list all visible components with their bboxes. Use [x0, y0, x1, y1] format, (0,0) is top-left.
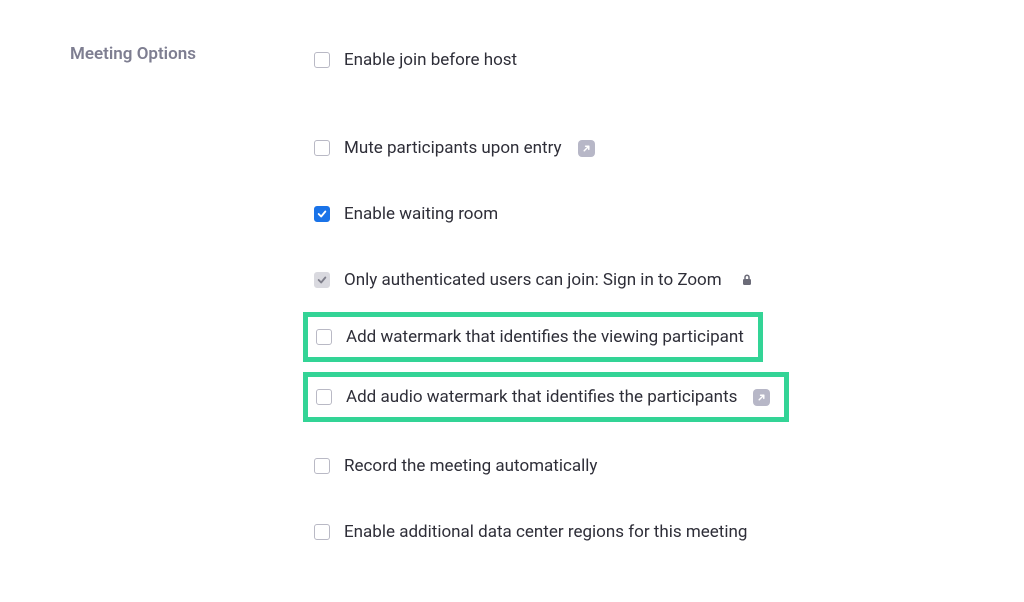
- lock-icon: [742, 274, 752, 286]
- highlight-watermark: Add watermark that identifies the viewin…: [303, 312, 763, 362]
- checkbox-join-before-host[interactable]: [314, 52, 330, 68]
- option-label: Mute participants upon entry: [344, 138, 562, 158]
- option-data-center[interactable]: Enable additional data center regions fo…: [308, 516, 1024, 548]
- info-badge-icon[interactable]: [578, 140, 595, 157]
- info-badge-icon[interactable]: [753, 389, 770, 406]
- option-label: Add watermark that identifies the viewin…: [346, 327, 744, 347]
- checkbox-mute-on-entry[interactable]: [314, 140, 330, 156]
- option-join-before-host[interactable]: Enable join before host: [308, 44, 1024, 76]
- checkbox-data-center[interactable]: [314, 524, 330, 540]
- option-watermark[interactable]: Add watermark that identifies the viewin…: [308, 317, 758, 357]
- option-auth-users: Only authenticated users can join: Sign …: [308, 264, 1024, 296]
- checkbox-auth-users: [314, 272, 330, 288]
- options-column: Enable join before host Mute participant…: [300, 44, 1024, 548]
- option-audio-watermark[interactable]: Add audio watermark that identifies the …: [308, 377, 784, 417]
- checkbox-watermark[interactable]: [316, 329, 332, 345]
- section-label-column: Meeting Options: [0, 44, 300, 548]
- option-label: Enable join before host: [344, 50, 517, 70]
- checkbox-waiting-room[interactable]: [314, 206, 330, 222]
- option-waiting-room[interactable]: Enable waiting room: [308, 198, 1024, 230]
- option-label: Enable waiting room: [344, 204, 498, 224]
- section-title: Meeting Options: [70, 44, 300, 64]
- checkbox-audio-watermark[interactable]: [316, 389, 332, 405]
- option-record-auto[interactable]: Record the meeting automatically: [308, 450, 1024, 482]
- option-label: Enable additional data center regions fo…: [344, 522, 747, 542]
- option-label: Only authenticated users can join: Sign …: [344, 270, 722, 290]
- option-label: Add audio watermark that identifies the …: [346, 387, 737, 407]
- meeting-options-panel: Meeting Options Enable join before host …: [0, 0, 1024, 548]
- option-mute-on-entry[interactable]: Mute participants upon entry: [308, 132, 1024, 164]
- checkbox-record-auto[interactable]: [314, 458, 330, 474]
- highlight-audio-watermark: Add audio watermark that identifies the …: [303, 372, 789, 422]
- option-label: Record the meeting automatically: [344, 456, 597, 476]
